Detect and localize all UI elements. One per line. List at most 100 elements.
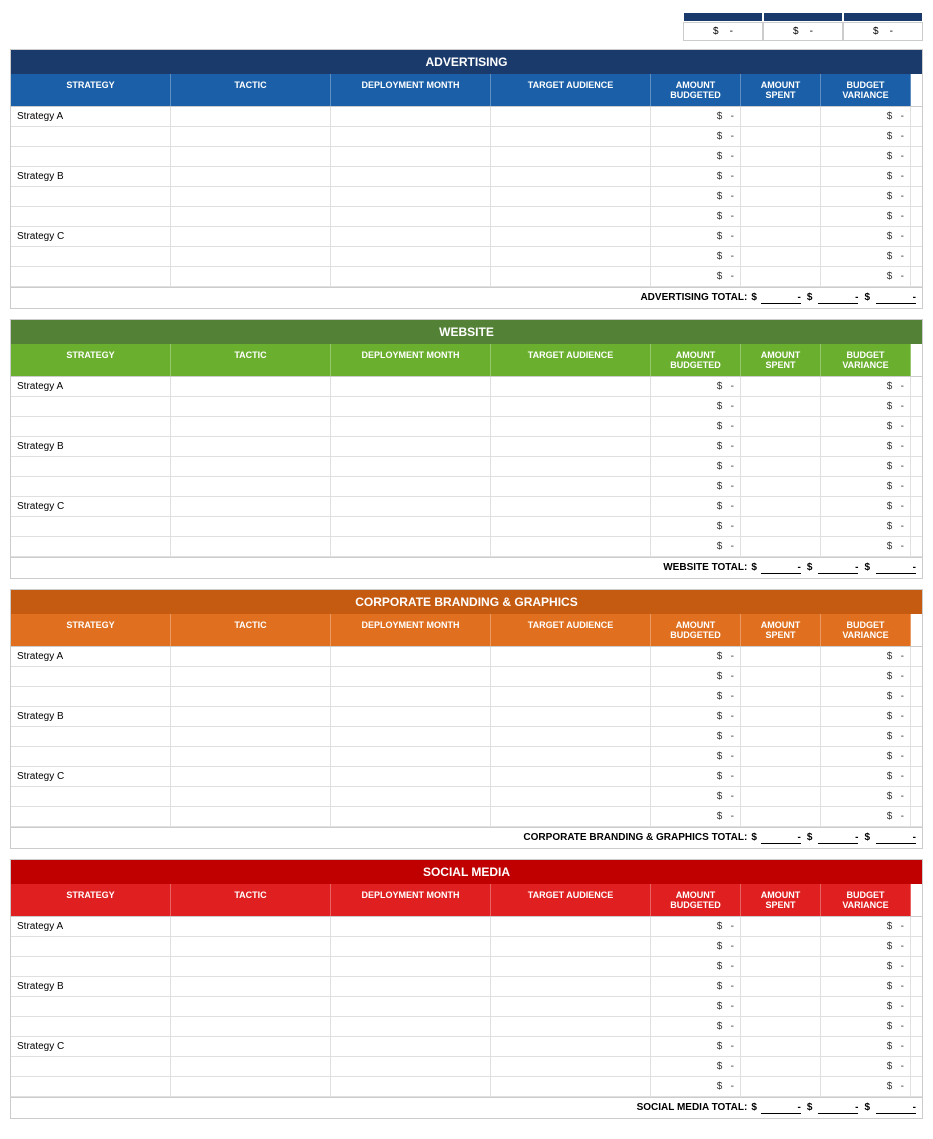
target-audience-cell[interactable]	[491, 517, 651, 536]
target-audience-cell[interactable]	[491, 247, 651, 266]
tactic-cell[interactable]	[171, 517, 331, 536]
budget-variance-cell[interactable]: $ -	[821, 417, 911, 436]
budget-variance-cell[interactable]: $ -	[821, 147, 911, 166]
budget-variance-cell[interactable]: $ -	[821, 1017, 911, 1036]
strategy-cell[interactable]	[11, 147, 171, 166]
strategy-cell[interactable]: Strategy C	[11, 227, 171, 246]
deployment-month-cell[interactable]	[331, 1057, 491, 1076]
tactic-cell[interactable]	[171, 767, 331, 786]
deployment-month-cell[interactable]	[331, 127, 491, 146]
amount-spent-cell[interactable]	[741, 727, 821, 746]
tactic-cell[interactable]	[171, 707, 331, 726]
strategy-cell[interactable]	[11, 537, 171, 556]
target-audience-cell[interactable]	[491, 977, 651, 996]
strategy-cell[interactable]	[11, 727, 171, 746]
amount-spent-cell[interactable]	[741, 377, 821, 396]
target-audience-cell[interactable]	[491, 647, 651, 666]
amount-spent-cell[interactable]	[741, 977, 821, 996]
tactic-cell[interactable]	[171, 917, 331, 936]
tactic-cell[interactable]	[171, 647, 331, 666]
amount-budgeted-cell[interactable]: $ -	[651, 417, 741, 436]
deployment-month-cell[interactable]	[331, 207, 491, 226]
target-audience-cell[interactable]	[491, 127, 651, 146]
deployment-month-cell[interactable]	[331, 707, 491, 726]
target-audience-cell[interactable]	[491, 477, 651, 496]
tactic-cell[interactable]	[171, 417, 331, 436]
strategy-cell[interactable]	[11, 517, 171, 536]
amount-spent-cell[interactable]	[741, 1037, 821, 1056]
amount-spent-cell[interactable]	[741, 997, 821, 1016]
amount-spent-cell[interactable]	[741, 917, 821, 936]
tactic-cell[interactable]	[171, 167, 331, 186]
amount-budgeted-cell[interactable]: $ -	[651, 997, 741, 1016]
strategy-cell[interactable]	[11, 687, 171, 706]
target-audience-cell[interactable]	[491, 167, 651, 186]
amount-spent-cell[interactable]	[741, 707, 821, 726]
amount-spent-cell[interactable]	[741, 227, 821, 246]
amount-spent-cell[interactable]	[741, 517, 821, 536]
target-audience-cell[interactable]	[491, 1057, 651, 1076]
deployment-month-cell[interactable]	[331, 667, 491, 686]
amount-budgeted-cell[interactable]: $ -	[651, 917, 741, 936]
budget-variance-cell[interactable]: $ -	[821, 227, 911, 246]
deployment-month-cell[interactable]	[331, 437, 491, 456]
budget-variance-cell[interactable]: $ -	[821, 957, 911, 976]
tactic-cell[interactable]	[171, 1077, 331, 1096]
strategy-cell[interactable]	[11, 997, 171, 1016]
deployment-month-cell[interactable]	[331, 517, 491, 536]
amount-spent-cell[interactable]	[741, 417, 821, 436]
strategy-cell[interactable]	[11, 127, 171, 146]
budget-variance-cell[interactable]: $ -	[821, 707, 911, 726]
budget-variance-cell[interactable]: $ -	[821, 397, 911, 416]
strategy-cell[interactable]: Strategy B	[11, 707, 171, 726]
deployment-month-cell[interactable]	[331, 397, 491, 416]
amount-budgeted-cell[interactable]: $ -	[651, 457, 741, 476]
deployment-month-cell[interactable]	[331, 807, 491, 826]
amount-budgeted-cell[interactable]: $ -	[651, 247, 741, 266]
target-audience-cell[interactable]	[491, 937, 651, 956]
amount-spent-cell[interactable]	[741, 1017, 821, 1036]
amount-spent-cell[interactable]	[741, 1057, 821, 1076]
budget-variance-cell[interactable]: $ -	[821, 1077, 911, 1096]
tactic-cell[interactable]	[171, 687, 331, 706]
deployment-month-cell[interactable]	[331, 227, 491, 246]
amount-budgeted-cell[interactable]: $ -	[651, 187, 741, 206]
amount-budgeted-cell[interactable]: $ -	[651, 227, 741, 246]
budget-variance-cell[interactable]: $ -	[821, 687, 911, 706]
tactic-cell[interactable]	[171, 457, 331, 476]
tactic-cell[interactable]	[171, 787, 331, 806]
amount-budgeted-cell[interactable]: $ -	[651, 1017, 741, 1036]
amount-budgeted-cell[interactable]: $ -	[651, 267, 741, 286]
amount-budgeted-cell[interactable]: $ -	[651, 647, 741, 666]
deployment-month-cell[interactable]	[331, 687, 491, 706]
strategy-cell[interactable]: Strategy B	[11, 977, 171, 996]
amount-budgeted-cell[interactable]: $ -	[651, 977, 741, 996]
budget-variance-cell[interactable]: $ -	[821, 997, 911, 1016]
deployment-month-cell[interactable]	[331, 497, 491, 516]
tactic-cell[interactable]	[171, 747, 331, 766]
budget-variance-cell[interactable]: $ -	[821, 107, 911, 126]
target-audience-cell[interactable]	[491, 807, 651, 826]
amount-spent-cell[interactable]	[741, 957, 821, 976]
budget-variance-cell[interactable]: $ -	[821, 247, 911, 266]
amount-budgeted-cell[interactable]: $ -	[651, 167, 741, 186]
budget-variance-cell[interactable]: $ -	[821, 537, 911, 556]
deployment-month-cell[interactable]	[331, 937, 491, 956]
tactic-cell[interactable]	[171, 187, 331, 206]
amount-budgeted-cell[interactable]: $ -	[651, 687, 741, 706]
deployment-month-cell[interactable]	[331, 417, 491, 436]
strategy-cell[interactable]	[11, 187, 171, 206]
target-audience-cell[interactable]	[491, 537, 651, 556]
amount-budgeted-cell[interactable]: $ -	[651, 1037, 741, 1056]
deployment-month-cell[interactable]	[331, 107, 491, 126]
amount-spent-cell[interactable]	[741, 647, 821, 666]
strategy-cell[interactable]	[11, 1057, 171, 1076]
target-audience-cell[interactable]	[491, 707, 651, 726]
tactic-cell[interactable]	[171, 147, 331, 166]
amount-spent-cell[interactable]	[741, 187, 821, 206]
deployment-month-cell[interactable]	[331, 147, 491, 166]
amount-spent-cell[interactable]	[741, 747, 821, 766]
amount-budgeted-cell[interactable]: $ -	[651, 207, 741, 226]
amount-spent-cell[interactable]	[741, 687, 821, 706]
amount-spent-cell[interactable]	[741, 1077, 821, 1096]
